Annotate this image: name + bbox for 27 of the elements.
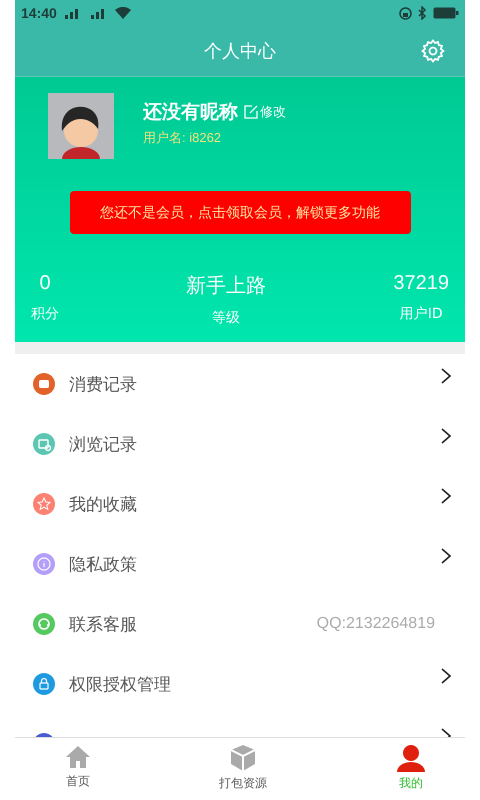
page-title: 个人中心: [204, 40, 276, 63]
stat-label: 等级: [212, 309, 240, 327]
menu-item[interactable]: 隐私政策: [15, 534, 465, 594]
bluetooth-icon: [418, 6, 427, 20]
battery-icon: [433, 7, 459, 19]
nickname: 还没有昵称: [143, 100, 238, 125]
lock-icon: [399, 6, 412, 20]
wifi-icon: [114, 7, 131, 19]
menu-item[interactable]: 浏览记录: [15, 414, 465, 474]
tab[interactable]: 打包资源: [219, 738, 267, 800]
username: 用户名: i8262: [143, 129, 222, 147]
edit-icon: [244, 105, 258, 119]
settings-icon[interactable]: [421, 39, 445, 63]
qq-number: QQ:2132264819: [316, 615, 435, 633]
stat-label: 用户ID: [400, 305, 443, 323]
menu-item[interactable]: 消费记录: [15, 354, 465, 414]
status-time: 14:40: [21, 5, 57, 21]
home-icon: [65, 744, 91, 770]
tab[interactable]: 首页: [65, 738, 91, 800]
stat-value: 37219: [393, 272, 449, 295]
menu-item[interactable]: 联系客服 QQ:2132264819: [15, 594, 465, 654]
stat-value: 0: [39, 272, 51, 295]
menu-item[interactable]: 权限授权管理: [15, 654, 465, 714]
stat-value: 新手上路: [186, 274, 266, 299]
menu-item[interactable]: 我的收藏: [15, 474, 465, 534]
person-icon: [395, 744, 427, 772]
stat-label: 积分: [31, 305, 59, 323]
